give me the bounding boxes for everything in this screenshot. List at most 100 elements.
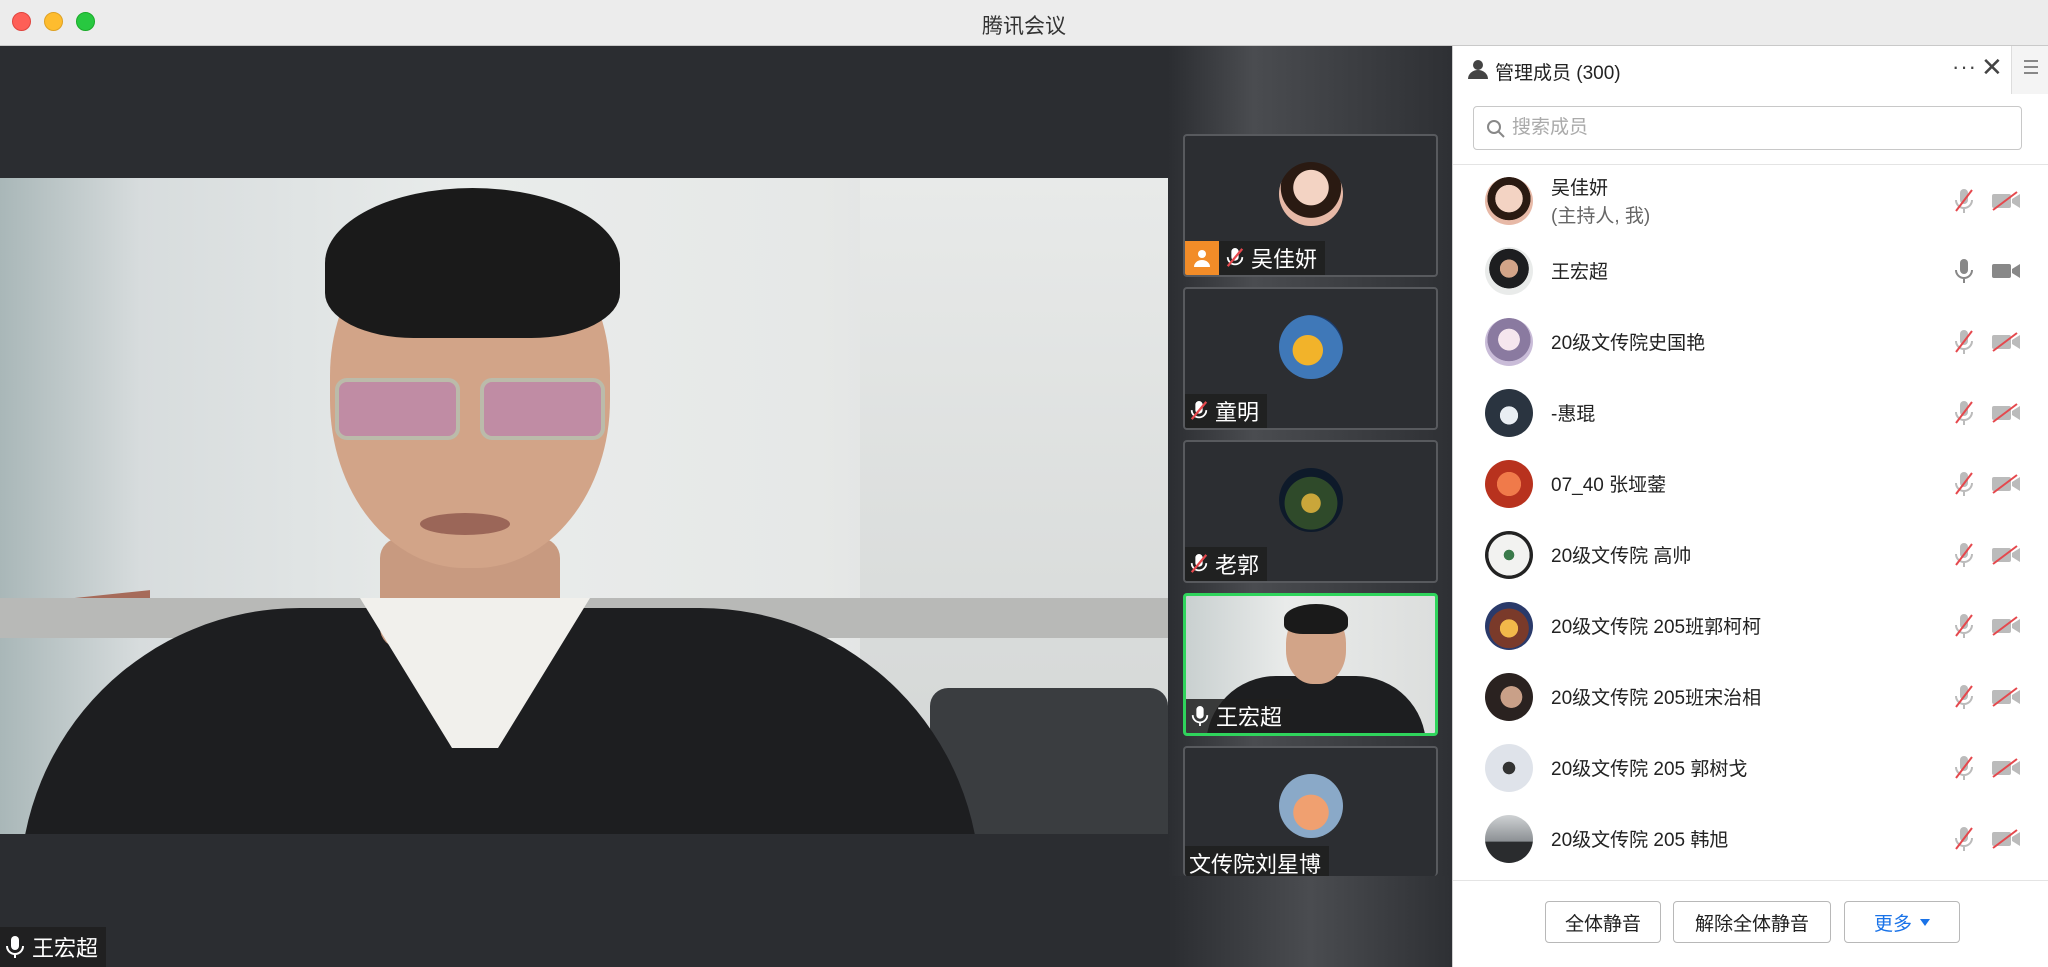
- tile-name: 王宏超: [1216, 705, 1283, 730]
- host-badge-icon: [1185, 241, 1219, 275]
- muted-microphone-icon[interactable]: [1953, 470, 1975, 498]
- member-name: 20级文传院 205班宋治相: [1551, 688, 1762, 709]
- member-name: 20级文传院史国艳: [1551, 333, 1706, 354]
- member-list: 吴佳妍 (主持人, 我) 王宏超 20级文传院史国艳 -惠琨 07_40 张垭蓥…: [1453, 165, 2048, 880]
- avatar: [1485, 389, 1533, 437]
- tile-name: 老郭: [1215, 553, 1260, 578]
- member-row[interactable]: 吴佳妍 (主持人, 我): [1453, 165, 2020, 235]
- member-row[interactable]: -惠琨: [1453, 377, 2020, 447]
- window-title: 腾讯会议: [982, 15, 1066, 38]
- microphone-icon[interactable]: [1953, 257, 1975, 285]
- video-off-icon[interactable]: [1991, 545, 2021, 565]
- video-off-icon[interactable]: [1991, 758, 2021, 778]
- panel-header: 管理成员 (300) ··· ✕: [1453, 46, 2048, 94]
- main-speaker-video[interactable]: [0, 178, 1168, 834]
- avatar: [1485, 460, 1533, 508]
- avatar: [1485, 177, 1533, 225]
- member-search-box[interactable]: [1473, 106, 2022, 150]
- avatar: [1485, 815, 1533, 863]
- video-tile[interactable]: 童明: [1183, 287, 1438, 430]
- more-label: 更多: [1873, 913, 1912, 935]
- video-off-icon[interactable]: [1991, 616, 2021, 636]
- muted-microphone-icon[interactable]: [1953, 541, 1975, 569]
- muted-microphone-icon: [1189, 552, 1209, 576]
- tile-namechip: 童明: [1185, 394, 1268, 428]
- avatar: [1279, 162, 1343, 226]
- avatar: [1279, 774, 1343, 838]
- member-row[interactable]: 20级文传院 205 韩旭: [1453, 803, 2020, 873]
- member-row[interactable]: 20级文传院 205班郭柯柯: [1453, 590, 2020, 660]
- panel-footer: 全体静音 解除全体静音 更多: [1453, 880, 2048, 967]
- avatar: [1485, 531, 1533, 579]
- member-row[interactable]: 07_40 张垭蓥: [1453, 448, 2020, 518]
- more-options-icon[interactable]: ···: [1952, 54, 1977, 80]
- tile-namechip: 文传院刘星博: [1185, 846, 1330, 876]
- unmute-all-button[interactable]: 解除全体静音: [1673, 901, 1831, 943]
- video-tile[interactable]: 文传院刘星博: [1183, 746, 1438, 876]
- main-speaker-namechip: 王宏超: [0, 927, 107, 967]
- member-role: (主持人, 我): [1551, 206, 1651, 227]
- search-icon: [1486, 119, 1506, 144]
- member-name: 吴佳妍: [1551, 178, 1609, 199]
- more-button[interactable]: 更多: [1844, 901, 1960, 943]
- tile-namechip: 吴佳妍: [1185, 241, 1326, 275]
- video-off-icon[interactable]: [1991, 191, 2021, 211]
- muted-microphone-icon[interactable]: [1953, 328, 1975, 356]
- microphone-icon: [1190, 704, 1210, 728]
- microphone-icon: [4, 934, 26, 960]
- video-tile[interactable]: 吴佳妍: [1183, 134, 1438, 277]
- video-off-icon[interactable]: [1991, 474, 2021, 494]
- search-input[interactable]: [1512, 115, 2012, 141]
- avatar: [1279, 468, 1343, 532]
- member-name: 07_40 张垭蓥: [1551, 475, 1667, 496]
- muted-microphone-icon[interactable]: [1953, 399, 1975, 427]
- member-row[interactable]: 20级文传院史国艳: [1453, 306, 2020, 376]
- muted-microphone-icon: [1189, 399, 1209, 423]
- avatar: [1485, 744, 1533, 792]
- tile-name: 吴佳妍: [1251, 247, 1318, 272]
- main-speaker-name: 王宏超: [32, 936, 99, 961]
- member-row[interactable]: 20级文传院 205班宋治相: [1453, 661, 2020, 731]
- member-row[interactable]: 20级文传院 205 郭树戈: [1453, 732, 2020, 802]
- member-name: 20级文传院 高帅: [1551, 546, 1692, 567]
- window-titlebar: 腾讯会议: [0, 0, 2048, 46]
- muted-microphone-icon[interactable]: [1953, 754, 1975, 782]
- member-name: 王宏超: [1551, 262, 1609, 283]
- tile-name: 童明: [1215, 400, 1260, 425]
- avatar: [1485, 318, 1533, 366]
- member-name: 20级文传院 205 郭树戈: [1551, 759, 1748, 780]
- member-row[interactable]: 20级文传院 高帅: [1453, 519, 2020, 589]
- tile-name: 文传院刘星博: [1189, 852, 1322, 876]
- caret-down-icon: [1920, 918, 1930, 926]
- video-tile-active[interactable]: 王宏超: [1183, 593, 1438, 736]
- avatar: [1485, 673, 1533, 721]
- video-off-icon[interactable]: [1991, 687, 2021, 707]
- video-tile-strip: 吴佳妍 童明 老郭 王宏超 文传院刘星博: [1168, 46, 1452, 967]
- muted-microphone-icon: [1225, 246, 1245, 270]
- avatar: [1279, 315, 1343, 379]
- video-tile[interactable]: 老郭: [1183, 440, 1438, 583]
- sidebar-toggle[interactable]: [2011, 46, 2048, 94]
- panel-title: 管理成员 (300): [1495, 63, 1621, 84]
- person-icon: [1467, 58, 1489, 85]
- close-panel-icon[interactable]: ✕: [1981, 52, 2003, 83]
- main-stage: 王宏超: [0, 46, 1168, 967]
- member-name: -惠琨: [1551, 404, 1596, 425]
- muted-microphone-icon[interactable]: [1953, 683, 1975, 711]
- tile-namechip: 老郭: [1185, 547, 1268, 581]
- avatar: [1485, 602, 1533, 650]
- video-off-icon[interactable]: [1991, 332, 2021, 352]
- muted-microphone-icon[interactable]: [1953, 612, 1975, 640]
- muted-microphone-icon[interactable]: [1953, 825, 1975, 853]
- video-off-icon[interactable]: [1991, 829, 2021, 849]
- video-off-icon[interactable]: [1991, 403, 2021, 423]
- member-name: 20级文传院 205 韩旭: [1551, 830, 1729, 851]
- video-camera-icon[interactable]: [1991, 261, 2021, 281]
- members-panel: 管理成员 (300) ··· ✕ 吴佳妍 (主持人, 我) 王宏超: [1452, 46, 2048, 967]
- member-row[interactable]: 王宏超: [1453, 235, 2020, 305]
- avatar: [1485, 247, 1533, 295]
- tile-namechip: 王宏超: [1186, 699, 1291, 733]
- menu-icon: [2024, 60, 2038, 78]
- mute-all-button[interactable]: 全体静音: [1545, 901, 1661, 943]
- muted-microphone-icon[interactable]: [1953, 187, 1975, 215]
